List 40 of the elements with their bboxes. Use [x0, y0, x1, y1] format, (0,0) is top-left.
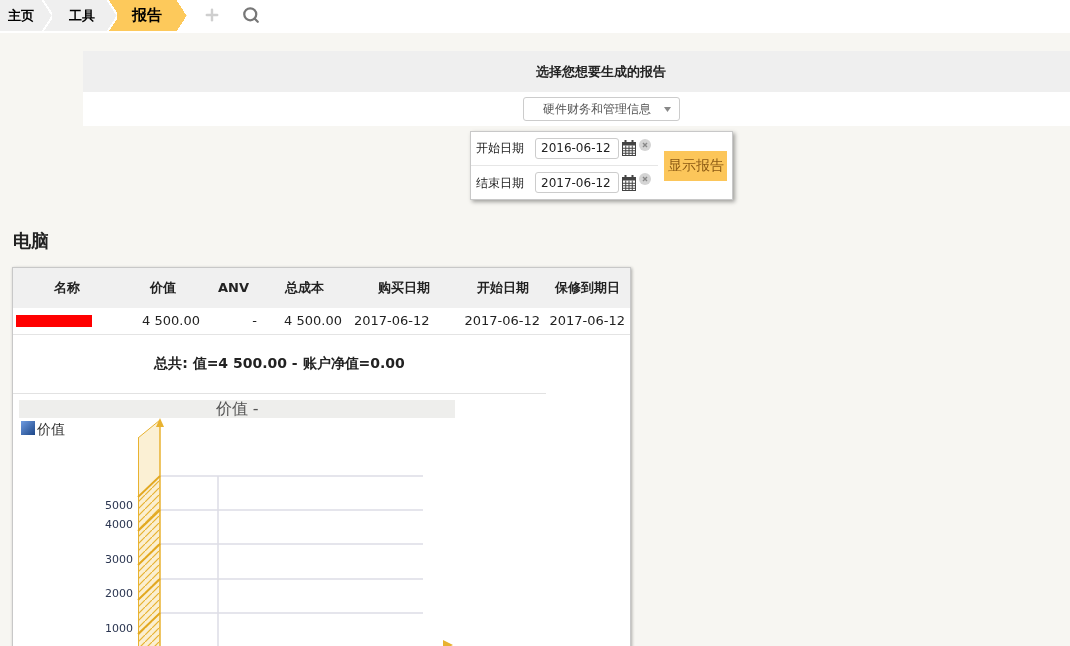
axis-tick-label: 4000 — [105, 517, 133, 531]
column-header: 价值 — [120, 268, 205, 308]
column-header: 购买日期 — [347, 268, 461, 308]
section-heading: 电脑 — [13, 229, 49, 253]
x-axis-arrow-icon — [443, 639, 453, 646]
column-header: 总成本 — [262, 268, 347, 308]
calendar-icon[interactable] — [622, 174, 636, 191]
column-header: 名称 — [13, 268, 120, 308]
table-cell: - — [205, 308, 262, 334]
show-report-button[interactable]: 显示报告 — [664, 150, 727, 181]
column-header: ANV — [205, 268, 262, 308]
table-cell: 2017-06-12 — [347, 308, 461, 334]
summary-text: 总共: 值=4 500.00 - 账户净值=0.00 — [154, 354, 405, 373]
date-label: 开始日期 — [476, 140, 525, 157]
breadcrumb-tab[interactable]: 工具 — [52, 0, 117, 31]
clear-icon[interactable] — [639, 138, 651, 151]
report-dropdown[interactable]: 硬件财务和管理信息 — [522, 97, 680, 121]
legend-swatch-icon — [21, 420, 35, 435]
breadcrumb-tab[interactable]: 主页 — [0, 0, 52, 31]
column-header: 保修到期日 — [545, 268, 630, 308]
caret-down-icon — [663, 106, 671, 112]
table-cell: 2017-06-12 — [545, 308, 630, 334]
axis-tick-label: 3000 — [105, 552, 133, 566]
legend-label: 价值 — [37, 420, 65, 437]
date-input[interactable]: 2017-06-12 — [535, 172, 619, 193]
date-label: 结束日期 — [476, 174, 525, 192]
calendar-icon[interactable] — [622, 140, 636, 156]
clear-icon[interactable] — [639, 172, 651, 185]
table-cell: 2017-06-12 — [461, 308, 545, 334]
axis-tick-label: 1000 — [105, 621, 133, 635]
search-icon[interactable] — [242, 6, 260, 24]
column-header: 开始日期 — [461, 268, 545, 308]
panel-title: 选择您想要生成的报告 — [536, 62, 666, 81]
table-cell: 4 500.00 — [262, 308, 347, 334]
date-input[interactable]: 2016-06-12 — [535, 137, 619, 159]
axis-tick-label: 5000 — [105, 498, 133, 512]
table-cell: 4 500.00 — [120, 308, 205, 334]
chart-title: 价值 - — [19, 399, 455, 418]
axis-tick-label: 2000 — [105, 586, 133, 600]
breadcrumb-tab[interactable]: 报告 — [117, 0, 187, 31]
